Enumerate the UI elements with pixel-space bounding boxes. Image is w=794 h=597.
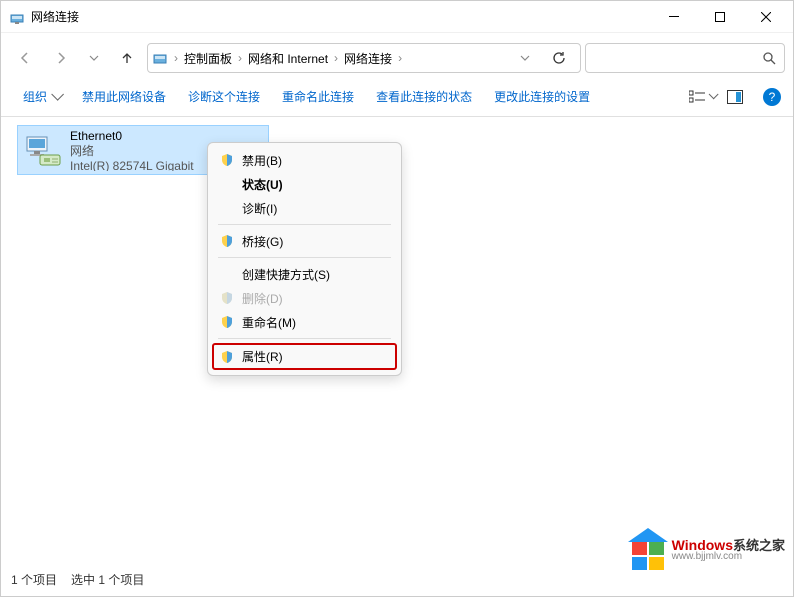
ctx-properties-label: 属性(R): [242, 348, 283, 365]
toolbar-organize[interactable]: 组织: [13, 88, 70, 105]
shield-icon: [220, 315, 234, 329]
app-icon: [9, 9, 25, 25]
shield-icon: [220, 350, 234, 364]
adapter-state: 网络: [70, 144, 194, 159]
toolbar-rename[interactable]: 重命名此连接: [272, 88, 364, 105]
adapter-text: Ethernet0 网络 Intel(R) 82574L Gigabit: [70, 129, 194, 171]
ctx-status[interactable]: 状态(U): [212, 172, 397, 196]
window-controls: [651, 2, 789, 32]
item-count: 1 个项目: [11, 571, 57, 588]
ctx-delete-label: 删除(D): [242, 290, 283, 307]
close-button[interactable]: [743, 2, 789, 32]
window-title: 网络连接: [31, 8, 651, 25]
shield-icon: [220, 153, 234, 167]
separator: [218, 338, 391, 339]
address-bar: › 控制面板 › 网络和 Internet › 网络连接 ›: [1, 39, 793, 77]
search-box[interactable]: [585, 43, 785, 73]
history-dropdown[interactable]: [81, 55, 107, 61]
ctx-rename-label: 重命名(M): [242, 314, 296, 331]
chevron-right-icon: ›: [172, 51, 180, 65]
toolbar: 组织 禁用此网络设备 诊断这个连接 重命名此连接 查看此连接的状态 更改此连接的…: [1, 77, 793, 117]
forward-button[interactable]: [45, 43, 77, 73]
chevron-right-icon: ›: [332, 51, 340, 65]
ctx-shortcut[interactable]: 创建快捷方式(S): [212, 262, 397, 286]
back-button[interactable]: [9, 43, 41, 73]
toolbar-disable[interactable]: 禁用此网络设备: [72, 88, 176, 105]
watermark: Windows系统之家 www.bjjmlv.com: [628, 528, 785, 572]
location-icon: [152, 50, 168, 66]
ctx-diagnose[interactable]: 诊断(I): [212, 196, 397, 220]
spacer-icon: [220, 201, 234, 215]
crumb-network-internet[interactable]: 网络和 Internet: [248, 50, 328, 67]
separator: [218, 224, 391, 225]
separator: [218, 257, 391, 258]
content-area: Ethernet0 网络 Intel(R) 82574L Gigabit 禁用(…: [1, 117, 793, 577]
maximize-button[interactable]: [697, 2, 743, 32]
adapter-driver: Intel(R) 82574L Gigabit: [70, 159, 194, 171]
watermark-url: www.bjjmlv.com: [672, 552, 785, 562]
ctx-diagnose-label: 诊断(I): [242, 200, 277, 217]
chevron-right-icon: ›: [396, 51, 404, 65]
search-icon: [762, 51, 776, 65]
ctx-properties[interactable]: 属性(R): [212, 343, 397, 370]
watermark-logo-icon: [628, 528, 668, 572]
ctx-rename[interactable]: 重命名(M): [212, 310, 397, 334]
minimize-button[interactable]: [651, 2, 697, 32]
ctx-shortcut-label: 创建快捷方式(S): [242, 266, 330, 283]
crumb-network-connections[interactable]: 网络连接: [344, 50, 392, 67]
ctx-delete: 删除(D): [212, 286, 397, 310]
crumb-control-panel[interactable]: 控制面板: [184, 50, 232, 67]
refresh-button[interactable]: [542, 51, 576, 65]
location-dropdown[interactable]: [512, 55, 538, 61]
up-button[interactable]: [111, 43, 143, 73]
view-list-icon[interactable]: [689, 90, 715, 104]
ctx-bridge-label: 桥接(G): [242, 233, 283, 250]
shield-icon: [220, 291, 234, 305]
toolbar-settings[interactable]: 更改此连接的设置: [484, 88, 600, 105]
help-icon[interactable]: ?: [763, 88, 781, 106]
status-bar: 1 个项目 选中 1 个项目: [11, 571, 144, 588]
context-menu: 禁用(B) 状态(U) 诊断(I) 桥接(G) 创建快捷方式(S) 删除(D) …: [207, 142, 402, 376]
shield-icon: [220, 234, 234, 248]
toolbar-status[interactable]: 查看此连接的状态: [366, 88, 482, 105]
ctx-bridge[interactable]: 桥接(G): [212, 229, 397, 253]
ctx-status-label: 状态(U): [242, 176, 283, 193]
spacer-icon: [220, 177, 234, 191]
ctx-disable[interactable]: 禁用(B): [212, 148, 397, 172]
location-bar[interactable]: › 控制面板 › 网络和 Internet › 网络连接 ›: [147, 43, 581, 73]
spacer-icon: [220, 267, 234, 281]
watermark-text: Windows系统之家 www.bjjmlv.com: [672, 538, 785, 562]
network-adapter-icon: [24, 129, 64, 169]
ctx-disable-label: 禁用(B): [242, 152, 282, 169]
view-preview-icon[interactable]: [727, 90, 743, 104]
selected-count: 选中 1 个项目: [71, 571, 144, 588]
toolbar-diagnose[interactable]: 诊断这个连接: [178, 88, 270, 105]
chevron-right-icon: ›: [236, 51, 244, 65]
titlebar: 网络连接: [1, 1, 793, 33]
adapter-name: Ethernet0: [70, 129, 194, 144]
